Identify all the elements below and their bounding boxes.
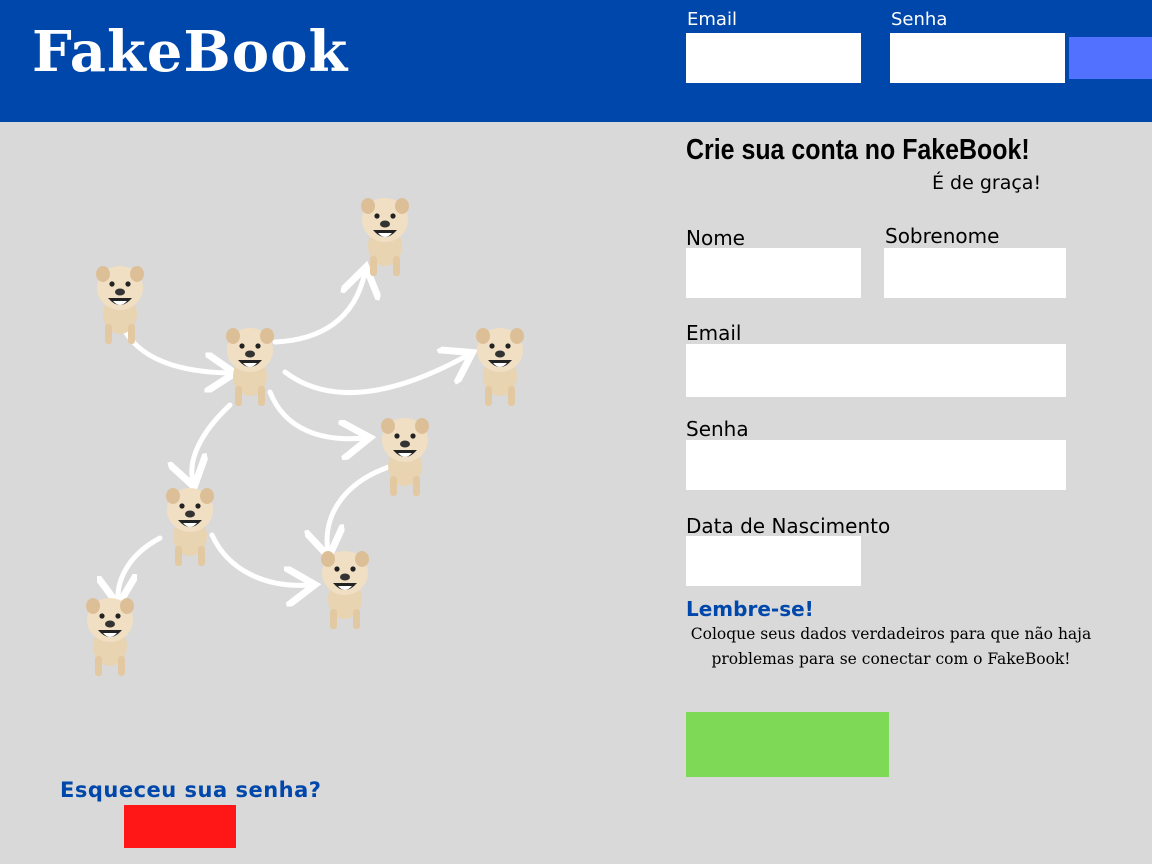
forgot-password-button[interactable] (124, 805, 236, 848)
login-password-input[interactable] (890, 33, 1065, 83)
reminder-text: Coloque seus dados verdadeiros para que … (690, 625, 1092, 668)
dog-network-illustration (86, 198, 524, 676)
network-arrow (118, 535, 163, 600)
login-button[interactable] (1069, 37, 1152, 79)
signup-subtitle: É de graça! (932, 172, 1042, 194)
birthdate-label: Data de Nascimento (686, 514, 891, 538)
first-name-label: Nome (686, 226, 745, 250)
signup-email-input[interactable] (686, 344, 1066, 397)
dog-image (86, 598, 134, 676)
dog-image (476, 328, 524, 406)
last-name-input[interactable] (884, 248, 1066, 298)
dog-image (166, 488, 214, 566)
dog-image (381, 418, 429, 496)
login-password-label: Senha (891, 9, 948, 30)
dog-image (96, 266, 144, 344)
network-arrow (327, 462, 398, 552)
signup-password-input[interactable] (686, 440, 1066, 490)
signup-submit-button[interactable] (686, 712, 889, 777)
login-email-label: Email (687, 9, 737, 30)
dog-image (361, 198, 409, 276)
signup-title: Crie sua conta no FakeBook! (686, 134, 1030, 166)
login-email-input[interactable] (686, 33, 861, 83)
birthdate-input[interactable] (686, 536, 861, 586)
network-arrow (272, 272, 365, 345)
network-arrow (282, 355, 468, 396)
dog-image (321, 551, 369, 629)
app-logo: FakeBook (32, 19, 349, 85)
dog-image (226, 328, 274, 406)
signup-password-label: Senha (686, 417, 749, 441)
forgot-password-link[interactable]: Esqueceu sua senha? (60, 778, 321, 802)
network-arrow (267, 389, 365, 439)
top-header: FakeBook Email Senha (0, 0, 1152, 122)
signup-email-label: Email (686, 321, 742, 345)
reminder-title: Lembre-se! (686, 597, 814, 621)
first-name-input[interactable] (686, 248, 861, 298)
last-name-label: Sobrenome (885, 224, 1000, 248)
network-arrow (192, 402, 233, 482)
network-arrow (209, 532, 310, 585)
